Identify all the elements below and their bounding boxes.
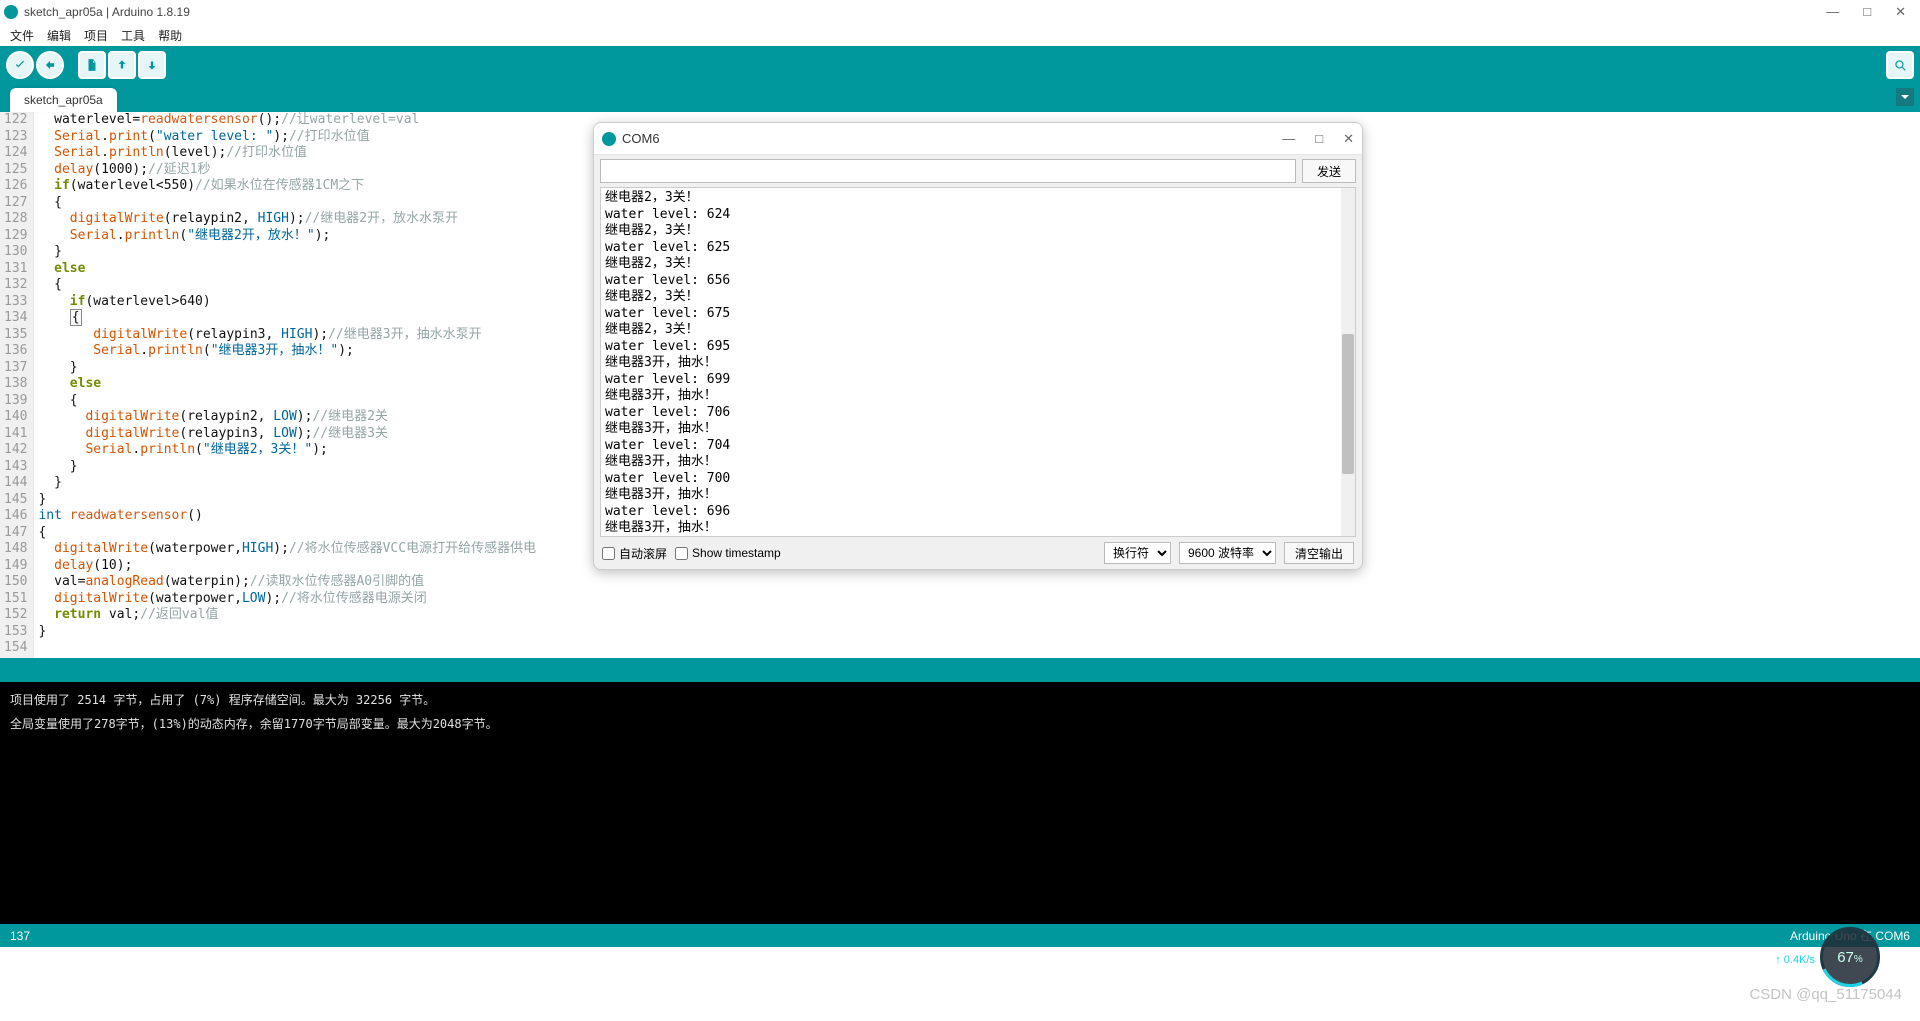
- baud-select[interactable]: 9600 波特率: [1179, 542, 1276, 564]
- build-console: 项目使用了 2514 字节，占用了 (7%) 程序存储空间。最大为 32256 …: [0, 682, 1920, 924]
- serial-window-controls: — □ ✕: [1282, 131, 1354, 147]
- upload-button[interactable]: [36, 51, 64, 79]
- new-button[interactable]: [78, 51, 106, 79]
- serial-send-row: 发送: [594, 155, 1362, 187]
- serial-footer: 自动滚屏 Show timestamp 换行符 9600 波特率 清空输出: [594, 537, 1362, 569]
- window-title: sketch_apr05a | Arduino 1.8.19: [24, 5, 1826, 19]
- app-icon: [4, 5, 18, 19]
- menu-edit[interactable]: 编辑: [41, 25, 77, 46]
- tab-strip: sketch_apr05a: [0, 84, 1920, 112]
- serial-maximize-icon[interactable]: □: [1315, 131, 1323, 147]
- serial-close-icon[interactable]: ✕: [1343, 131, 1354, 147]
- close-icon[interactable]: ✕: [1895, 4, 1906, 20]
- serial-scroll-thumb[interactable]: [1342, 334, 1354, 474]
- status-bar: 137 Arduino Uno 在 COM6: [0, 924, 1920, 947]
- menu-sketch[interactable]: 项目: [78, 25, 114, 46]
- watermark: CSDN @qq_51175044: [1749, 986, 1902, 1003]
- toolbar: [0, 46, 1920, 84]
- timestamp-label: Show timestamp: [692, 546, 781, 560]
- serial-app-icon: [602, 132, 616, 146]
- serial-monitor-window: COM6 — □ ✕ 发送 继电器2，3关！water level: 624继电…: [593, 122, 1363, 570]
- serial-monitor-button[interactable]: [1886, 51, 1914, 79]
- serial-minimize-icon[interactable]: —: [1282, 131, 1295, 147]
- clear-output-button[interactable]: 清空输出: [1284, 542, 1354, 564]
- usage-gauge: 67%: [1820, 927, 1880, 987]
- serial-title: COM6: [622, 131, 1282, 146]
- line-ending-select[interactable]: 换行符: [1104, 542, 1171, 564]
- timestamp-checkbox[interactable]: Show timestamp: [675, 546, 781, 560]
- serial-title-bar: COM6 — □ ✕: [594, 123, 1362, 155]
- autoscroll-label: 自动滚屏: [619, 545, 667, 562]
- menu-bar: 文件 编辑 项目 工具 帮助: [0, 24, 1920, 46]
- save-button[interactable]: [138, 51, 166, 79]
- title-bar: sketch_apr05a | Arduino 1.8.19 — □ ✕: [0, 0, 1920, 24]
- tab-sketch[interactable]: sketch_apr05a: [10, 88, 117, 112]
- menu-tools[interactable]: 工具: [115, 25, 151, 46]
- editor-divider: [0, 658, 1920, 682]
- menu-file[interactable]: 文件: [4, 25, 40, 46]
- verify-button[interactable]: [6, 51, 34, 79]
- status-left: 137: [10, 929, 30, 943]
- line-gutter: 1221231241251261271281291301311321331341…: [0, 112, 34, 658]
- serial-output[interactable]: 继电器2，3关！water level: 624继电器2，3关！water le…: [600, 187, 1356, 537]
- serial-send-button[interactable]: 发送: [1302, 159, 1356, 183]
- tab-menu-button[interactable]: [1896, 88, 1914, 106]
- serial-input[interactable]: [600, 159, 1296, 183]
- open-button[interactable]: [108, 51, 136, 79]
- autoscroll-checkbox[interactable]: 自动滚屏: [602, 545, 667, 562]
- serial-scrollbar[interactable]: [1341, 188, 1355, 536]
- window-controls: — □ ✕: [1826, 4, 1916, 20]
- minimize-icon[interactable]: —: [1826, 4, 1839, 20]
- network-speed-label: ↑ 0.4K/s: [1775, 954, 1815, 966]
- maximize-icon[interactable]: □: [1863, 4, 1871, 20]
- menu-help[interactable]: 帮助: [152, 25, 188, 46]
